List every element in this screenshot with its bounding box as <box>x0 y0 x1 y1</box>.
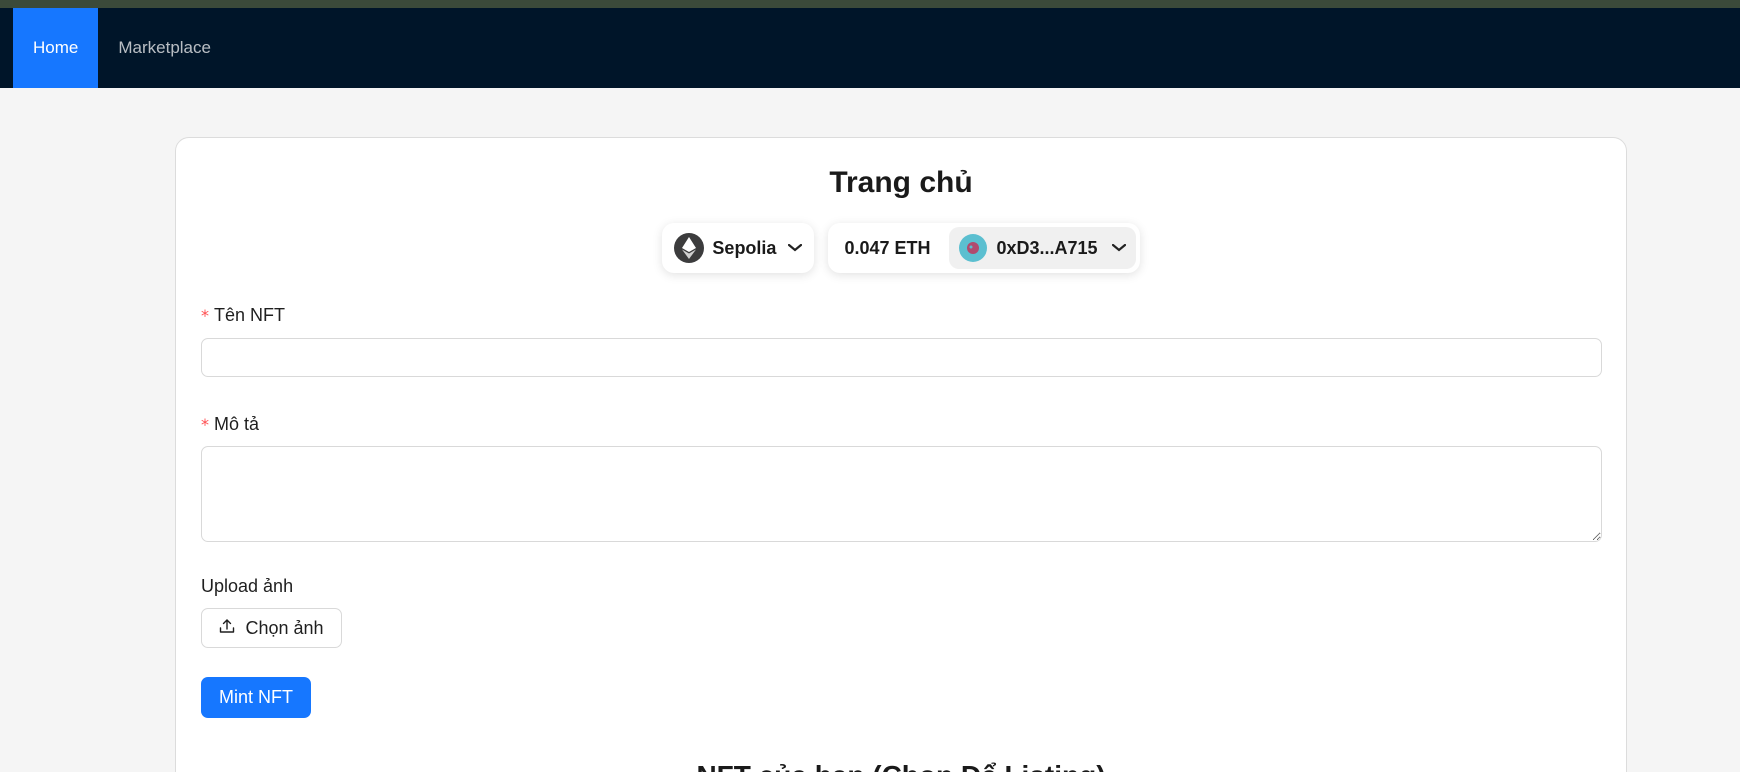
wallet-address: 0xD3...A715 <box>996 237 1098 258</box>
window-top-strip <box>0 0 1740 8</box>
page-title: Trang chủ <box>829 166 973 199</box>
main-card: Trang chủ Sepolia 0.047 ETH 0xD3...A715 <box>175 137 1627 772</box>
nav-item-label: Home <box>33 38 79 57</box>
nft-name-input[interactable] <box>201 338 1602 377</box>
wallet-connect-bar: Sepolia 0.047 ETH 0xD3...A715 <box>176 223 1626 273</box>
upload-button-label: Chọn ảnh <box>245 617 324 638</box>
description-label: * Mô tả <box>201 414 259 435</box>
owned-nfts-title: NFT của bạn (Chọn Để Listing) <box>176 760 1626 772</box>
nav-item-home[interactable]: Home <box>13 8 99 88</box>
upload-icon <box>219 618 235 639</box>
required-mark: * <box>201 415 209 434</box>
upload-image-button[interactable]: Chọn ảnh <box>201 608 342 648</box>
nav-item-label: Marketplace <box>118 38 211 57</box>
nft-name-label-text: Tên NFT <box>214 305 286 325</box>
description-textarea[interactable] <box>201 446 1602 542</box>
top-navbar: Home Marketplace <box>0 8 1740 88</box>
chevron-down-icon <box>788 239 803 257</box>
upload-label: Upload ảnh <box>201 576 294 596</box>
address-pill[interactable]: 0xD3...A715 <box>948 227 1136 269</box>
account-button[interactable]: 0.047 ETH 0xD3...A715 <box>828 223 1140 273</box>
network-name: Sepolia <box>712 237 777 258</box>
account-avatar-icon <box>958 234 987 262</box>
description-label-text: Mô tả <box>214 414 260 434</box>
wallet-balance: 0.047 ETH <box>844 237 931 258</box>
ethereum-icon <box>674 233 705 263</box>
network-selector[interactable]: Sepolia <box>662 223 815 273</box>
mint-nft-button[interactable]: Mint NFT <box>201 677 311 718</box>
required-mark: * <box>201 306 209 325</box>
chevron-down-icon <box>1111 239 1126 257</box>
nft-name-label: * Tên NFT <box>201 305 285 326</box>
nav-item-marketplace[interactable]: Marketplace <box>98 8 231 88</box>
